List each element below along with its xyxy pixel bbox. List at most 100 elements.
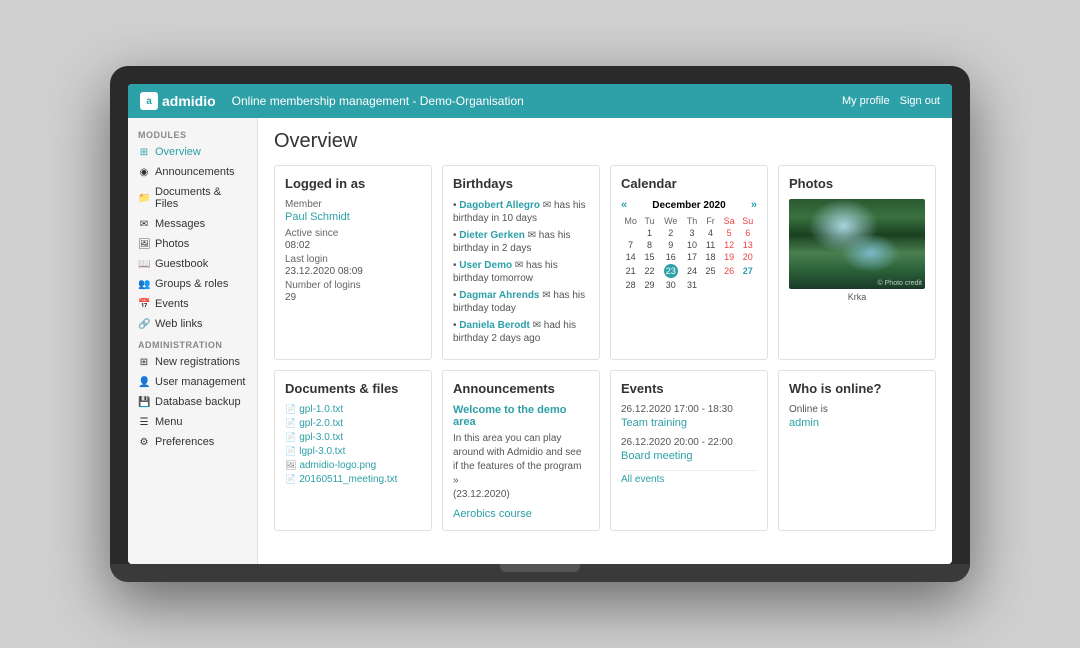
photos-card: Photos © Photo credit Krka bbox=[778, 165, 936, 360]
sidebar-item-groups[interactable]: 👥 Groups & roles bbox=[128, 274, 257, 294]
cal-th-sa: Sa bbox=[720, 215, 739, 227]
last-login-value: 23.12.2020 08:09 bbox=[285, 266, 421, 277]
cal-today[interactable]: 23 bbox=[659, 263, 683, 279]
announcement-date: (23.12.2020) bbox=[453, 489, 510, 500]
sidebar-item-db-backup[interactable]: 💾 Database backup bbox=[128, 392, 257, 412]
sidebar-item-weblinks[interactable]: 🔗 Web links bbox=[128, 314, 257, 334]
sidebar-item-messages[interactable]: ✉ Messages bbox=[128, 214, 257, 234]
admin-section-title: ADMINISTRATION bbox=[128, 334, 257, 352]
announcement-link[interactable]: Welcome to the demo area bbox=[453, 404, 589, 428]
page-title: Overview bbox=[274, 130, 936, 153]
doc-item-5[interactable]: 🖼 admidio-logo.png bbox=[285, 460, 421, 471]
logo-icon: a bbox=[140, 92, 158, 110]
sidebar-label-overview: Overview bbox=[155, 146, 201, 158]
sidebar-item-events[interactable]: 📅 Events bbox=[128, 294, 257, 314]
birthday-item-1: • Dagobert Allegro ✉ has his birthday in… bbox=[453, 199, 589, 225]
birthdays-title: Birthdays bbox=[453, 176, 589, 191]
event-link-2[interactable]: Board meeting bbox=[621, 450, 757, 462]
photos-icon: 🖼 bbox=[138, 239, 150, 250]
sidebar-item-new-reg[interactable]: ⊞ New registrations bbox=[128, 352, 257, 372]
calendar-card: Calendar « December 2020 » Mo Tu bbox=[610, 165, 768, 360]
birthday-link-3[interactable]: User Demo bbox=[459, 260, 512, 271]
documents-title: Documents & files bbox=[285, 381, 421, 396]
announcements-title: Announcements bbox=[453, 381, 589, 396]
sidebar-label-announcements: Announcements bbox=[155, 166, 235, 178]
cal-prev[interactable]: « bbox=[621, 199, 627, 211]
sidebar-item-overview[interactable]: ⊞ Overview bbox=[128, 142, 257, 162]
sidebar-label-messages: Messages bbox=[155, 218, 205, 230]
online-card: Who is online? Online is admin bbox=[778, 370, 936, 531]
birthday-link-1[interactable]: Dagobert Allegro bbox=[459, 200, 540, 211]
online-user[interactable]: admin bbox=[789, 417, 925, 429]
birthday-item-4: • Dagmar Ahrends ✉ has his birthday toda… bbox=[453, 289, 589, 315]
documents-icon: 📁 bbox=[138, 193, 150, 204]
doc-name-4: lgpl-3.0.txt bbox=[299, 446, 345, 457]
sidebar-label-user-mgmt: User management bbox=[155, 376, 246, 388]
modules-section-title: MODULES bbox=[128, 124, 257, 142]
doc-item-4[interactable]: 📄 lgpl-3.0.txt bbox=[285, 446, 421, 457]
user-name[interactable]: Paul Schmidt bbox=[285, 211, 421, 223]
user-mgmt-icon: 👤 bbox=[138, 377, 150, 388]
sidebar-item-preferences[interactable]: ⚙ Preferences bbox=[128, 432, 257, 452]
calendar-title: Calendar bbox=[621, 176, 757, 191]
birthday-link-2[interactable]: Dieter Gerken bbox=[459, 230, 525, 241]
sidebar: MODULES ⊞ Overview ◉ Announcements 📁 Doc… bbox=[128, 118, 258, 564]
photos-title: Photos bbox=[789, 176, 925, 191]
cal-next[interactable]: » bbox=[751, 199, 757, 211]
event-date-1: 26.12.2020 17:00 - 18:30 bbox=[621, 404, 757, 415]
sidebar-item-documents[interactable]: 📁 Documents & Files bbox=[128, 182, 257, 214]
sidebar-item-user-mgmt[interactable]: 👤 User management bbox=[128, 372, 257, 392]
doc-icon-4: 📄 bbox=[285, 446, 296, 457]
logins-value: 29 bbox=[285, 292, 421, 303]
birthday-link-5[interactable]: Daniela Berodt bbox=[459, 320, 530, 331]
doc-item-6[interactable]: 📄 20160511_meeting.txt bbox=[285, 474, 421, 485]
doc-name-5: admidio-logo.png bbox=[299, 460, 376, 471]
doc-icon-1: 📄 bbox=[285, 404, 296, 415]
documents-card: Documents & files 📄 gpl-1.0.txt 📄 gpl-2.… bbox=[274, 370, 432, 531]
new-reg-icon: ⊞ bbox=[138, 357, 150, 368]
sidebar-item-menu[interactable]: ☰ Menu bbox=[128, 412, 257, 432]
birthday-link-4[interactable]: Dagmar Ahrends bbox=[459, 290, 539, 301]
doc-name-1: gpl-1.0.txt bbox=[299, 404, 343, 415]
cal-th-fr: Fr bbox=[701, 215, 720, 227]
app-title: admidio bbox=[162, 93, 216, 109]
events-icon: 📅 bbox=[138, 299, 150, 310]
cal-th-we: We bbox=[659, 215, 683, 227]
events-title: Events bbox=[621, 381, 757, 396]
birthday-item-3: • User Demo ✉ has his birthday tomorrow bbox=[453, 259, 589, 285]
sidebar-item-photos[interactable]: 🖼 Photos bbox=[128, 234, 257, 254]
photo-image[interactable]: © Photo credit bbox=[789, 199, 925, 289]
sidebar-label-groups: Groups & roles bbox=[155, 278, 228, 290]
doc-item-2[interactable]: 📄 gpl-2.0.txt bbox=[285, 418, 421, 429]
announcements-icon: ◉ bbox=[138, 167, 150, 178]
last-login-label: Last login bbox=[285, 254, 421, 265]
sidebar-label-documents: Documents & Files bbox=[155, 186, 247, 210]
doc-icon-6: 📄 bbox=[285, 474, 296, 485]
doc-item-3[interactable]: 📄 gpl-3.0.txt bbox=[285, 432, 421, 443]
messages-icon: ✉ bbox=[138, 219, 150, 230]
active-since-label: Active since bbox=[285, 228, 421, 239]
cal-th-su: Su bbox=[738, 215, 757, 227]
doc-item-1[interactable]: 📄 gpl-1.0.txt bbox=[285, 404, 421, 415]
all-events-link[interactable]: All events bbox=[621, 470, 757, 485]
topnav: a admidio Online membership management -… bbox=[128, 84, 952, 118]
menu-icon: ☰ bbox=[138, 417, 150, 428]
doc-name-3: gpl-3.0.txt bbox=[299, 432, 343, 443]
my-profile-link[interactable]: My profile bbox=[842, 95, 890, 107]
event-link-1[interactable]: Team training bbox=[621, 417, 757, 429]
sidebar-label-guestbook: Guestbook bbox=[155, 258, 208, 270]
active-since-value: 08:02 bbox=[285, 240, 421, 251]
event-date-2: 26.12.2020 20:00 - 22:00 bbox=[621, 437, 757, 448]
main-content: Overview Logged in as Member Paul Schmid… bbox=[258, 118, 952, 564]
sidebar-label-menu: Menu bbox=[155, 416, 183, 428]
sidebar-item-guestbook[interactable]: 📖 Guestbook bbox=[128, 254, 257, 274]
logged-in-title: Logged in as bbox=[285, 176, 421, 191]
sign-out-link[interactable]: Sign out bbox=[900, 95, 940, 107]
aerobics-link[interactable]: Aerobics course bbox=[453, 508, 589, 520]
sidebar-item-announcements[interactable]: ◉ Announcements bbox=[128, 162, 257, 182]
overview-icon: ⊞ bbox=[138, 147, 150, 158]
groups-icon: 👥 bbox=[138, 279, 150, 290]
app-logo: a admidio bbox=[140, 92, 216, 110]
sidebar-label-photos: Photos bbox=[155, 238, 189, 250]
db-backup-icon: 💾 bbox=[138, 397, 150, 408]
